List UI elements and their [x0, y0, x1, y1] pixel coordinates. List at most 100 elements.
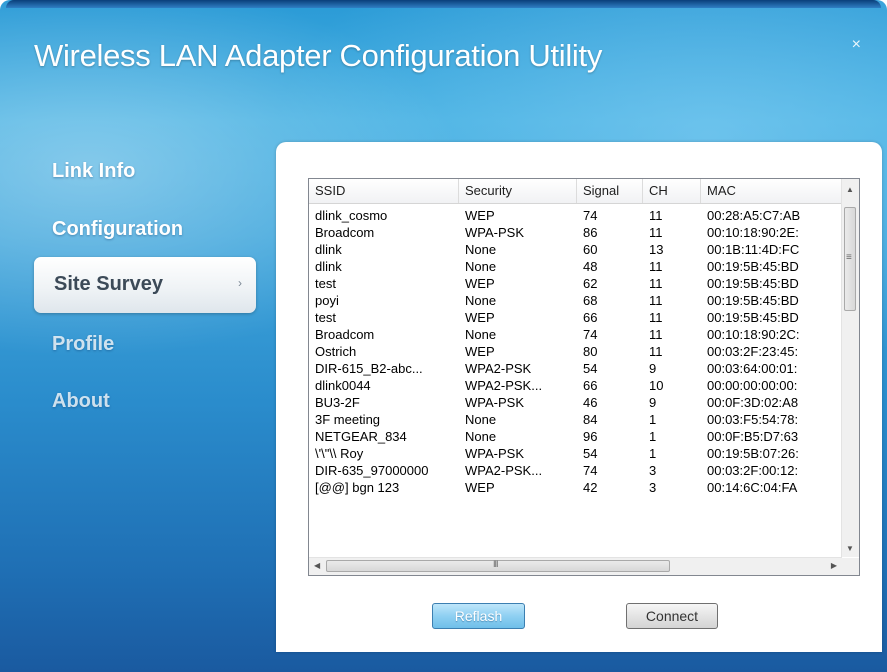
cell-ssid: dlink0044 — [315, 378, 371, 393]
cell-security: None — [465, 327, 497, 342]
table-row[interactable]: dlink None 48 11 00:19:5B:45:BD — [309, 258, 842, 275]
nav-item-profile[interactable]: Profile — [52, 333, 114, 356]
reflash-button[interactable]: Reflash — [432, 603, 525, 629]
cell-mac: 00:00:00:00:00: — [707, 378, 798, 393]
cell-ch: 11 — [649, 225, 663, 240]
cell-ch: 1 — [649, 446, 657, 461]
nav-item-configuration[interactable]: Configuration — [52, 218, 183, 241]
cell-ssid: dlink_cosmo — [315, 208, 388, 223]
cell-signal: 62 — [583, 276, 598, 291]
nav-item-link-info[interactable]: Link Info — [52, 160, 135, 183]
horizontal-scrollbar[interactable]: ◀ III ▶ — [309, 557, 842, 575]
cell-signal: 96 — [583, 429, 598, 444]
app-window: Wireless LAN Adapter Configuration Utili… — [0, 0, 887, 672]
table-row[interactable]: Ostrich WEP 80 11 00:03:2F:23:45: — [309, 343, 842, 360]
site-survey-list[interactable]: SSID Security Signal CH MAC dlink_cosmo W… — [308, 178, 860, 576]
close-icon[interactable]: × — [852, 36, 861, 54]
scrollbar-corner — [842, 558, 859, 575]
cell-mac: 00:19:5B:45:BD — [707, 276, 799, 291]
table-row[interactable]: test WEP 62 11 00:19:5B:45:BD — [309, 275, 842, 292]
cell-signal: 74 — [583, 463, 598, 478]
cell-ch: 1 — [649, 412, 657, 427]
cell-ch: 11 — [649, 276, 663, 291]
cell-ch: 1 — [649, 429, 657, 444]
cell-ch: 13 — [649, 242, 664, 257]
table-row[interactable]: 3F meeting None 84 1 00:03:F5:54:78: — [309, 411, 842, 428]
table-row[interactable]: DIR-615_B2-abc... WPA2-PSK 54 9 00:03:64:00:… — [309, 360, 842, 377]
column-header-ssid[interactable]: SSID — [309, 179, 459, 203]
horizontal-scroll-thumb[interactable]: III — [326, 559, 670, 572]
table-row[interactable]: poyi None 68 11 00:19:5B:45:BD — [309, 292, 842, 309]
table-row[interactable]: BU3-2F WPA-PSK 46 9 00:0F:3D:02:A8 — [309, 394, 842, 411]
scroll-down-icon[interactable]: ▼ — [846, 544, 854, 553]
cell-mac: 00:0F:B5:D7:63 — [707, 429, 799, 444]
column-header-security[interactable]: Security — [459, 179, 577, 203]
cell-mac: 00:0F:3D:02:A8 — [707, 395, 799, 410]
column-header-signal[interactable]: Signal — [577, 179, 643, 203]
cell-security: None — [465, 429, 497, 444]
cell-ch: 11 — [649, 293, 663, 308]
cell-signal: 86 — [583, 225, 598, 240]
cell-mac: 00:03:64:00:01: — [707, 361, 798, 376]
cell-ssid: 3F meeting — [315, 412, 381, 427]
cell-security: WEP — [465, 310, 495, 325]
cell-security: WEP — [465, 208, 495, 223]
nav-item-label: Site Survey — [54, 273, 163, 295]
scroll-left-icon[interactable]: ◀ — [314, 561, 320, 570]
table-row[interactable]: NETGEAR_834 None 96 1 00:0F:B5:D7:63 — [309, 428, 842, 445]
list-header: SSID Security Signal CH MAC — [309, 179, 842, 204]
column-header-ch[interactable]: CH — [643, 179, 701, 203]
table-row[interactable]: dlink0044 WPA2-PSK... 66 10 00:00:00:00:00: — [309, 377, 842, 394]
nav-item-about[interactable]: About — [52, 390, 110, 413]
cell-mac: 00:19:5B:45:BD — [707, 259, 799, 274]
table-row[interactable]: dlink None 60 13 00:1B:11:4D:FC — [309, 241, 842, 258]
cell-mac: 00:28:A5:C7:AB — [707, 208, 801, 223]
cell-signal: 66 — [583, 310, 598, 325]
cell-ssid: Broadcom — [315, 327, 375, 342]
vertical-scroll-thumb[interactable]: ≡ — [844, 207, 856, 311]
scroll-right-icon[interactable]: ▶ — [831, 561, 837, 570]
cell-ch: 11 — [649, 310, 663, 325]
cell-mac: 00:03:2F:23:45: — [707, 344, 799, 359]
cell-mac: 00:19:5B:45:BD — [707, 293, 799, 308]
cell-mac: 00:10:18:90:2C: — [707, 327, 800, 342]
vertical-scrollbar[interactable]: ▲ ≡ ▼ — [841, 179, 859, 557]
cell-mac: 00:19:5B:45:BD — [707, 310, 799, 325]
cell-security: WPA2-PSK — [465, 361, 532, 376]
cell-ssid: [@@] bgn 123 — [315, 480, 400, 495]
cell-signal: 84 — [583, 412, 598, 427]
cell-ssid: Broadcom — [315, 225, 375, 240]
cell-security: WEP — [465, 344, 495, 359]
cell-ch: 3 — [649, 463, 657, 478]
cell-ssid: BU3-2F — [315, 395, 360, 410]
column-header-mac[interactable]: MAC — [701, 179, 842, 203]
table-row[interactable]: test WEP 66 11 00:19:5B:45:BD — [309, 309, 842, 326]
table-row[interactable]: Broadcom WPA-PSK 86 11 00:10:18:90:2E: — [309, 224, 842, 241]
table-row[interactable]: \'\"\\ Roy WPA-PSK 54 1 00:19:5B:07:26: — [309, 445, 842, 462]
cell-ch: 11 — [649, 327, 663, 342]
cell-signal: 74 — [583, 208, 598, 223]
connect-button[interactable]: Connect — [626, 603, 718, 629]
table-row[interactable]: Broadcom None 74 11 00:10:18:90:2C: — [309, 326, 842, 343]
cell-security: WPA2-PSK... — [465, 463, 543, 478]
cell-ssid: dlink — [315, 259, 342, 274]
cell-security: None — [465, 412, 497, 427]
table-row[interactable]: dlink_cosmo WEP 74 11 00:28:A5:C7:AB — [309, 207, 842, 224]
nav-item-site-survey[interactable]: Site Survey › — [34, 257, 256, 313]
cell-ssid: test — [315, 276, 336, 291]
table-row[interactable]: DIR-635_97000000 WPA2-PSK... 74 3 00:03:2F:0… — [309, 462, 842, 479]
cell-ssid: dlink — [315, 242, 342, 257]
table-row[interactable]: [@@] bgn 123 WEP 42 3 00:14:6C:04:FA — [309, 479, 842, 496]
cell-mac: 00:1B:11:4D:FC — [707, 242, 800, 257]
cell-ch: 10 — [649, 378, 664, 393]
chevron-right-icon: › — [238, 276, 242, 290]
cell-signal: 66 — [583, 378, 598, 393]
cell-security: WEP — [465, 480, 495, 495]
cell-security: WPA-PSK — [465, 395, 524, 410]
cell-signal: 42 — [583, 480, 598, 495]
scroll-up-icon[interactable]: ▲ — [846, 185, 854, 194]
cell-security: None — [465, 259, 497, 274]
cell-mac: 00:03:F5:54:78: — [707, 412, 799, 427]
cell-ssid: \'\"\\ Roy — [315, 446, 364, 461]
cell-ssid: test — [315, 310, 336, 325]
